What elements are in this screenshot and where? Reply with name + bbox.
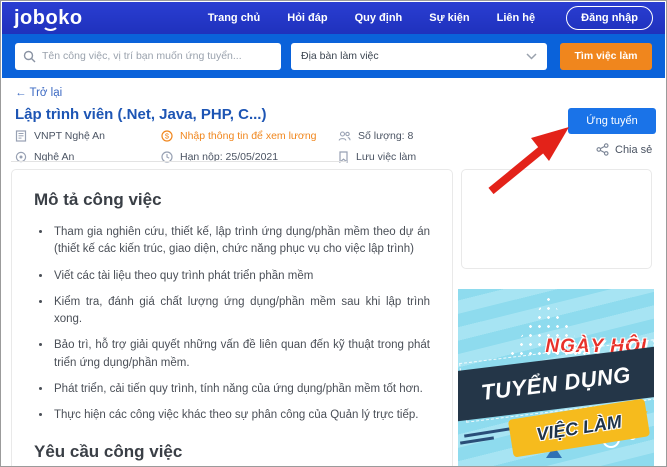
nav-item-events[interactable]: Sự kiện xyxy=(429,12,469,24)
joboko-logo[interactable]: joboko xyxy=(14,7,83,31)
nav-item-contact[interactable]: Liên hệ xyxy=(497,12,536,24)
keyword-search-box xyxy=(15,42,281,70)
job-description-card: Mô tả công việc Tham gia nghiên cứu, thi… xyxy=(11,169,453,466)
logo-smile-icon xyxy=(42,24,59,31)
back-arrow-icon: ← xyxy=(15,87,27,99)
svg-text:$: $ xyxy=(165,132,170,141)
description-item: Viết các tài liệu theo quy trình phát tr… xyxy=(52,268,430,285)
company-icon xyxy=(15,130,27,142)
description-item: Phát triển, cải tiến quy trình, tính năn… xyxy=(52,381,430,398)
apply-button[interactable]: Ứng tuyển xyxy=(568,108,656,134)
sidebar-empty-card xyxy=(461,169,652,269)
recruitment-ad-banner[interactable]: NGÀY HỘI TUYỂN DỤNG VIỆC LÀM xyxy=(458,289,654,466)
chevron-down-icon xyxy=(526,52,537,60)
nav-item-rules[interactable]: Quy định xyxy=(355,12,403,24)
share-label: Chia sẻ xyxy=(615,143,653,156)
search-band: Địa bàn làm việc Tìm việc làm xyxy=(2,34,665,78)
back-link[interactable]: ← Trở lại xyxy=(15,87,62,99)
job-detail-page: joboko Trang chủ Hỏi đáp Quy định Sự kiệ… xyxy=(0,0,667,467)
share-button[interactable]: Chia sẻ xyxy=(596,143,652,156)
people-icon xyxy=(338,130,351,142)
quantity-text: Số lượng: 8 xyxy=(358,130,414,142)
nav-item-faq[interactable]: Hỏi đáp xyxy=(287,12,327,24)
requirements-heading: Yêu cầu công việc xyxy=(34,442,183,462)
description-item: Thực hiện các công việc khác theo sự phâ… xyxy=(52,407,430,424)
description-item: Tham gia nghiên cứu, thiết kế, lập trình… xyxy=(52,224,430,259)
back-label: Trở lại xyxy=(29,87,63,99)
salary-icon: $ xyxy=(161,130,173,142)
location-select-value: Địa bàn làm việc xyxy=(301,50,379,62)
save-job-label: Lưu việc làm xyxy=(356,151,417,163)
ad-text-viec-lam: VIỆC LÀM xyxy=(534,410,623,445)
share-icon xyxy=(596,143,609,156)
find-jobs-button[interactable]: Tìm việc làm xyxy=(560,42,652,70)
main-nav: Trang chủ Hỏi đáp Quy định Sự kiện Liên … xyxy=(208,6,653,30)
description-item: Bảo trì, hỗ trợ giải quyết những vấn đề … xyxy=(52,337,430,372)
description-list: Tham gia nghiên cứu, thiết kế, lập trình… xyxy=(34,224,430,424)
search-input[interactable] xyxy=(42,50,273,62)
top-navigation-bar: joboko Trang chủ Hỏi đáp Quy định Sự kiệ… xyxy=(2,2,665,34)
login-button[interactable]: Đăng nhập xyxy=(566,6,653,30)
location-select[interactable]: Địa bàn làm việc xyxy=(291,42,547,70)
meta-company: VNPT Nghệ An xyxy=(15,130,161,142)
search-icon xyxy=(23,50,36,63)
meta-row: VNPT Nghệ An $ Nhập thông tin để xem lươ… xyxy=(15,130,455,142)
ad-line-decor xyxy=(464,427,510,438)
job-title: Lập trình viên (.Net, Java, PHP, C...) xyxy=(15,106,267,123)
meta-save-job[interactable]: Lưu việc làm xyxy=(338,151,416,163)
ad-line-decor xyxy=(459,436,495,445)
job-meta: VNPT Nghệ An $ Nhập thông tin để xem lươ… xyxy=(15,130,455,172)
meta-quantity: Số lượng: 8 xyxy=(338,130,413,142)
meta-salary[interactable]: $ Nhập thông tin để xem lương xyxy=(161,130,338,142)
salary-text: Nhập thông tin để xem lương xyxy=(180,130,317,142)
company-name: VNPT Nghệ An xyxy=(34,130,106,142)
description-heading: Mô tả công việc xyxy=(34,190,162,209)
nav-item-home[interactable]: Trang chủ xyxy=(208,12,261,24)
description-item: Kiểm tra, đánh giá chất lượng ứng dụng/p… xyxy=(52,294,430,329)
divider xyxy=(11,161,347,162)
ad-text-tuyen-dung: TUYỂN DỤNG xyxy=(479,361,633,406)
